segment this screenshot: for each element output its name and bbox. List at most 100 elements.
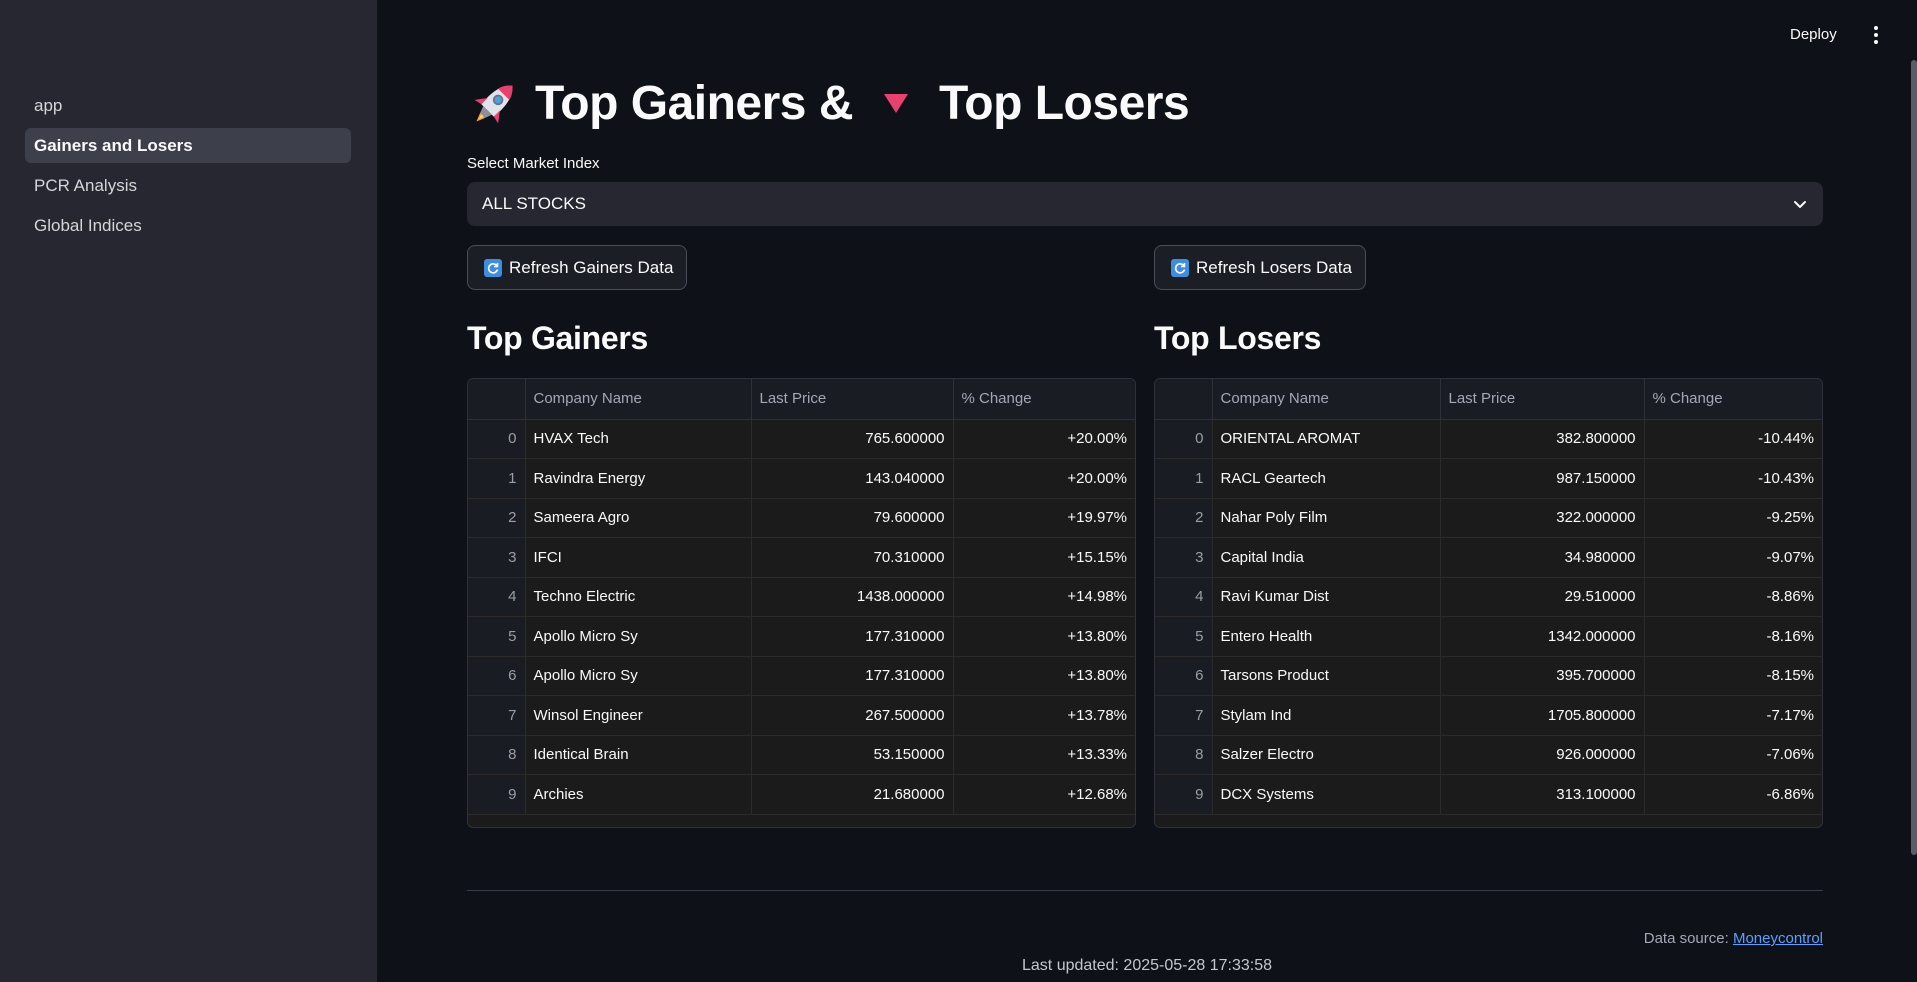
company-name-cell[interactable]: Capital India — [1212, 537, 1441, 578]
percent-change-cell[interactable]: +20.00% — [953, 458, 1135, 499]
company-name-cell[interactable]: Archies — [525, 774, 752, 815]
last-price-cell[interactable]: 79.600000 — [751, 498, 954, 538]
last-price-cell[interactable]: 267.500000 — [751, 695, 954, 736]
company-name-cell[interactable]: DCX Systems — [1212, 774, 1441, 815]
percent-change-cell[interactable]: +13.80% — [953, 656, 1135, 696]
company-name-cell[interactable]: Ravindra Energy — [525, 458, 752, 499]
column-header-change[interactable]: % Change — [953, 379, 1135, 420]
row-index[interactable]: 6 — [468, 656, 526, 696]
table-row[interactable]: 5 Entero Health 1342.000000 -8.16% — [1155, 616, 1822, 657]
last-price-cell[interactable]: 926.000000 — [1440, 735, 1645, 775]
row-index[interactable]: 9 — [468, 774, 526, 815]
last-price-cell[interactable]: 1438.000000 — [751, 577, 954, 617]
column-header-change[interactable]: % Change — [1644, 379, 1822, 420]
company-name-cell[interactable]: Stylam Ind — [1212, 695, 1441, 736]
table-row[interactable]: 8 Salzer Electro 926.000000 -7.06% — [1155, 735, 1822, 775]
last-price-cell[interactable]: 322.000000 — [1440, 498, 1645, 538]
last-price-cell[interactable]: 53.150000 — [751, 735, 954, 775]
company-name-cell[interactable]: HVAX Tech — [525, 419, 752, 459]
company-name-cell[interactable]: Tarsons Product — [1212, 656, 1441, 696]
percent-change-cell[interactable]: +12.68% — [953, 774, 1135, 815]
last-price-cell[interactable]: 313.100000 — [1440, 774, 1645, 815]
last-price-cell[interactable]: 177.310000 — [751, 616, 954, 657]
row-index[interactable]: 4 — [468, 577, 526, 617]
deploy-button[interactable]: Deploy — [1790, 22, 1837, 48]
column-header-price[interactable]: Last Price — [751, 379, 954, 420]
company-name-cell[interactable]: Salzer Electro — [1212, 735, 1441, 775]
table-row[interactable]: 4 Techno Electric 1438.000000 +14.98% — [468, 577, 1135, 617]
company-name-cell[interactable]: Winsol Engineer — [525, 695, 752, 736]
kebab-menu-icon[interactable] — [1868, 22, 1884, 48]
percent-change-cell[interactable]: -9.25% — [1644, 498, 1822, 538]
row-index[interactable]: 2 — [468, 498, 526, 538]
sidebar-item-gainers-and-losers[interactable]: Gainers and Losers — [25, 128, 351, 163]
percent-change-cell[interactable]: -10.44% — [1644, 419, 1822, 459]
table-row[interactable]: 9 Archies 21.680000 +12.68% — [468, 774, 1135, 815]
column-header-index[interactable] — [468, 379, 526, 420]
company-name-cell[interactable]: Apollo Micro Sy — [525, 616, 752, 657]
table-row[interactable]: 3 Capital India 34.980000 -9.07% — [1155, 537, 1822, 578]
row-index[interactable]: 1 — [468, 458, 526, 499]
last-price-cell[interactable]: 70.310000 — [751, 537, 954, 578]
last-price-cell[interactable]: 29.510000 — [1440, 577, 1645, 617]
table-row[interactable]: 0 ORIENTAL AROMAT 382.800000 -10.44% — [1155, 419, 1822, 459]
percent-change-cell[interactable]: -10.43% — [1644, 458, 1822, 499]
column-header-index[interactable] — [1155, 379, 1213, 420]
last-price-cell[interactable]: 382.800000 — [1440, 419, 1645, 459]
sidebar-item-app[interactable]: app — [25, 88, 351, 123]
losers-table[interactable]: Company Name Last Price % Change 0 ORIENT… — [1154, 378, 1823, 828]
row-index[interactable]: 4 — [1155, 577, 1213, 617]
row-index[interactable]: 6 — [1155, 656, 1213, 696]
row-index[interactable]: 7 — [1155, 695, 1213, 736]
last-price-cell[interactable]: 395.700000 — [1440, 656, 1645, 696]
percent-change-cell[interactable]: -6.86% — [1644, 774, 1822, 815]
row-index[interactable]: 9 — [1155, 774, 1213, 815]
table-row[interactable]: 2 Nahar Poly Film 322.000000 -9.25% — [1155, 498, 1822, 538]
row-index[interactable]: 0 — [468, 419, 526, 459]
table-row[interactable]: 4 Ravi Kumar Dist 29.510000 -8.86% — [1155, 577, 1822, 617]
percent-change-cell[interactable]: +19.97% — [953, 498, 1135, 538]
percent-change-cell[interactable]: -8.15% — [1644, 656, 1822, 696]
table-row[interactable]: 7 Winsol Engineer 267.500000 +13.78% — [468, 695, 1135, 736]
last-price-cell[interactable]: 1705.800000 — [1440, 695, 1645, 736]
refresh-losers-button[interactable]: Refresh Losers Data — [1154, 245, 1366, 290]
sidebar-item-pcr-analysis[interactable]: PCR Analysis — [25, 168, 351, 203]
row-index[interactable]: 5 — [468, 616, 526, 657]
last-price-cell[interactable]: 1342.000000 — [1440, 616, 1645, 657]
column-header-company[interactable]: Company Name — [525, 379, 752, 420]
percent-change-cell[interactable]: +13.80% — [953, 616, 1135, 657]
percent-change-cell[interactable]: +13.33% — [953, 735, 1135, 775]
company-name-cell[interactable]: Sameera Agro — [525, 498, 752, 538]
company-name-cell[interactable]: Nahar Poly Film — [1212, 498, 1441, 538]
company-name-cell[interactable]: Apollo Micro Sy — [525, 656, 752, 696]
last-price-cell[interactable]: 21.680000 — [751, 774, 954, 815]
percent-change-cell[interactable]: +15.15% — [953, 537, 1135, 578]
table-row[interactable]: 7 Stylam Ind 1705.800000 -7.17% — [1155, 695, 1822, 736]
row-index[interactable]: 3 — [468, 537, 526, 578]
last-price-cell[interactable]: 765.600000 — [751, 419, 954, 459]
percent-change-cell[interactable]: -8.16% — [1644, 616, 1822, 657]
percent-change-cell[interactable]: -9.07% — [1644, 537, 1822, 578]
page-scrollbar[interactable] — [1911, 60, 1917, 855]
percent-change-cell[interactable]: +20.00% — [953, 419, 1135, 459]
company-name-cell[interactable]: IFCI — [525, 537, 752, 578]
company-name-cell[interactable]: ORIENTAL AROMAT — [1212, 419, 1441, 459]
table-row[interactable]: 1 Ravindra Energy 143.040000 +20.00% — [468, 458, 1135, 499]
row-index[interactable]: 8 — [1155, 735, 1213, 775]
company-name-cell[interactable]: Ravi Kumar Dist — [1212, 577, 1441, 617]
percent-change-cell[interactable]: +13.78% — [953, 695, 1135, 736]
company-name-cell[interactable]: RACL Geartech — [1212, 458, 1441, 499]
last-price-cell[interactable]: 143.040000 — [751, 458, 954, 499]
row-index[interactable]: 2 — [1155, 498, 1213, 538]
row-index[interactable]: 1 — [1155, 458, 1213, 499]
last-price-cell[interactable]: 177.310000 — [751, 656, 954, 696]
company-name-cell[interactable]: Identical Brain — [525, 735, 752, 775]
row-index[interactable]: 0 — [1155, 419, 1213, 459]
table-row[interactable]: 8 Identical Brain 53.150000 +13.33% — [468, 735, 1135, 775]
table-row[interactable]: 6 Apollo Micro Sy 177.310000 +13.80% — [468, 656, 1135, 696]
market-index-select[interactable]: ALL STOCKS — [467, 182, 1823, 226]
table-row[interactable]: 2 Sameera Agro 79.600000 +19.97% — [468, 498, 1135, 538]
row-index[interactable]: 7 — [468, 695, 526, 736]
row-index[interactable]: 5 — [1155, 616, 1213, 657]
table-row[interactable]: 1 RACL Geartech 987.150000 -10.43% — [1155, 458, 1822, 499]
